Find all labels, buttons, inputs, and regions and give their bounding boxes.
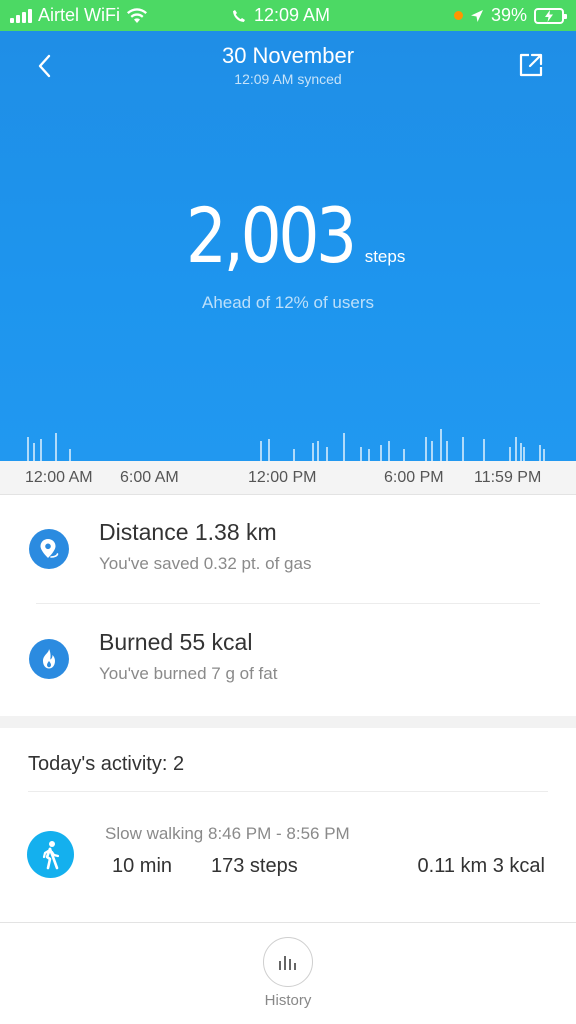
activity-bar	[312, 443, 314, 461]
axis-label: 6:00 AM	[120, 469, 179, 486]
steps-hero: 30 November 12:09 AM synced 2,003 steps …	[0, 31, 576, 461]
activity-bar	[388, 441, 390, 461]
distance-note: You've saved 0.32 pt. of gas	[99, 554, 312, 573]
battery-icon	[534, 7, 567, 24]
activity-bar	[380, 445, 382, 461]
axis-label: 6:00 PM	[384, 469, 444, 486]
activity-section-title: Today's activity: 2	[28, 753, 185, 775]
carrier-name: Airtel WiFi	[38, 5, 120, 25]
axis-label: 12:00 AM	[25, 469, 93, 486]
activity-name: Slow walking 8:46 PM - 8:56 PM	[105, 824, 350, 843]
divider	[36, 603, 540, 604]
activity-bar	[40, 439, 42, 461]
activity-bar	[326, 447, 328, 461]
activity-distance-calories: 0.11 km 3 kcal	[417, 855, 545, 877]
wifi-icon	[127, 7, 147, 23]
activity-bar	[317, 441, 319, 461]
steps-count-block: 2,003 steps	[0, 191, 576, 280]
bottom-bar: History	[0, 922, 576, 1024]
activity-bar	[55, 433, 57, 461]
activity-bar	[515, 437, 517, 461]
axis-label: 11:59 PM	[474, 469, 542, 486]
activity-timeline-chart	[27, 429, 545, 461]
history-button[interactable]	[263, 937, 313, 987]
activity-bar	[368, 449, 370, 461]
activity-bar	[69, 449, 71, 461]
distance-value: Distance 1.38 km	[99, 519, 277, 545]
clock: 12:09 AM	[254, 5, 331, 25]
activity-bar	[543, 449, 545, 461]
bar-chart-icon	[279, 956, 296, 970]
activity-bar	[520, 443, 522, 461]
activity-steps: 173 steps	[211, 855, 298, 877]
activity-bar	[440, 429, 442, 461]
time-axis: 12:00 AM 6:00 AM 12:00 PM 6:00 PM 11:59 …	[0, 461, 576, 495]
calories-stat[interactable]: Burned 55 kcal You've burned 7 g of fat	[0, 605, 576, 713]
steps-unit: steps	[364, 247, 406, 266]
calories-value: Burned 55 kcal	[99, 629, 253, 655]
status-left: Airtel WiFi	[10, 5, 148, 26]
rank-text: Ahead of 12% of users	[201, 293, 374, 312]
activity-bar	[431, 441, 433, 461]
axis-label: 12:00 PM	[248, 469, 317, 486]
flame-icon	[29, 639, 69, 679]
status-bar: Airtel WiFi 12:09 AM 39%	[0, 0, 576, 31]
section-separator	[0, 716, 576, 728]
activity-bar	[260, 441, 262, 461]
status-right: 39%	[453, 5, 567, 26]
activity-bar	[27, 437, 29, 461]
battery-percent: 39%	[490, 5, 527, 25]
activity-bar	[462, 437, 464, 461]
cellular-signal-icon	[10, 8, 32, 23]
page-title: 30 November	[221, 43, 355, 68]
activity-bar	[446, 441, 448, 461]
share-button[interactable]	[516, 50, 546, 80]
status-center: 12:09 AM	[232, 5, 330, 26]
activity-bar	[509, 447, 511, 461]
activity-bar	[425, 437, 427, 461]
phone-call-icon	[233, 9, 245, 22]
privacy-dot-icon	[453, 11, 463, 20]
activity-bar	[483, 439, 485, 461]
activity-bar	[293, 449, 295, 461]
activity-item[interactable]: Slow walking 8:46 PM - 8:56 PM 10 min 17…	[0, 792, 576, 922]
location-arrow-icon	[470, 9, 483, 22]
share-icon	[519, 53, 543, 77]
history-label: History	[264, 992, 312, 1009]
steps-count: 2,003	[185, 191, 356, 280]
activity-bar	[523, 447, 525, 461]
activity-bar	[268, 439, 270, 461]
charging-bolt-icon	[545, 9, 553, 22]
calories-note: You've burned 7 g of fat	[99, 664, 278, 683]
activity-duration: 10 min	[112, 855, 173, 877]
distance-stat[interactable]: Distance 1.38 km You've saved 0.32 pt. o…	[0, 495, 576, 603]
activity-bar	[33, 443, 35, 461]
walking-icon	[27, 831, 74, 878]
activity-bar	[360, 447, 362, 461]
activity-bar	[539, 445, 541, 461]
sync-status: 12:09 AM synced	[234, 71, 342, 87]
location-icon	[29, 529, 69, 569]
activity-bar	[403, 449, 405, 461]
activity-bar	[343, 433, 345, 461]
